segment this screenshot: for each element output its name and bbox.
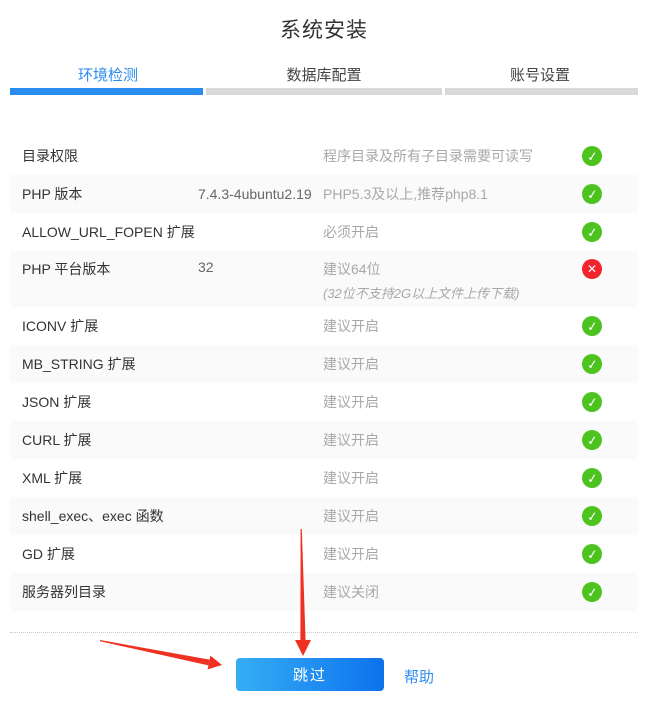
- check-label: MB_STRING 扩展: [10, 354, 198, 374]
- check-requirement: 建议开启: [323, 506, 582, 526]
- check-label: shell_exec、exec 函数: [10, 506, 198, 526]
- check-pass-icon: [582, 430, 602, 450]
- check-requirement: 建议开启: [323, 316, 582, 336]
- check-label: PHP 平台版本: [10, 259, 198, 279]
- check-pass-icon: [582, 506, 602, 526]
- requirement-text: 建议开启: [323, 354, 582, 374]
- table-row: 服务器列目录 建议关闭: [10, 573, 638, 611]
- requirement-text: 必须开启: [323, 222, 582, 242]
- check-label: JSON 扩展: [10, 392, 198, 412]
- table-row: CURL 扩展 建议开启: [10, 421, 638, 459]
- check-label: ALLOW_URL_FOPEN 扩展: [10, 222, 198, 242]
- wizard-tabs: 环境检测 数据库配置 账号设置: [0, 58, 648, 91]
- table-row: XML 扩展 建议开启: [10, 459, 638, 497]
- requirement-text: 建议64位: [323, 259, 582, 279]
- progress-segment-inactive: [445, 88, 638, 95]
- check-label: CURL 扩展: [10, 430, 198, 450]
- check-label: ICONV 扩展: [10, 316, 198, 336]
- requirement-text: 建议开启: [323, 468, 582, 488]
- check-requirement: 建议开启: [323, 430, 582, 450]
- check-requirement: 建议开启: [323, 468, 582, 488]
- check-pass-icon: [582, 316, 602, 336]
- annotation-arrow-diagonal-icon: [100, 640, 222, 669]
- table-row: 目录权限 程序目录及所有子目录需要可读写: [10, 137, 638, 175]
- check-label: 服务器列目录: [10, 582, 198, 602]
- table-row: MB_STRING 扩展 建议开启: [10, 345, 638, 383]
- help-link[interactable]: 帮助: [404, 666, 434, 687]
- environment-check-table: 目录权限 程序目录及所有子目录需要可读写 PHP 版本 7.4.3-4ubunt…: [10, 137, 638, 611]
- requirement-text: 程序目录及所有子目录需要可读写: [323, 146, 582, 166]
- table-row: PHP 平台版本 32 建议64位 (32位不支持2G以上文件上传下载): [10, 251, 638, 307]
- table-row: shell_exec、exec 函数 建议开启: [10, 497, 638, 535]
- requirement-text: 建议开启: [323, 544, 582, 564]
- progress-segment-inactive: [206, 88, 442, 95]
- check-pass-icon: [582, 468, 602, 488]
- page-title: 系统安装: [0, 14, 648, 44]
- check-requirement: 必须开启: [323, 222, 582, 242]
- check-label: GD 扩展: [10, 544, 198, 564]
- check-requirement: 建议开启: [323, 544, 582, 564]
- table-row: JSON 扩展 建议开启: [10, 383, 638, 421]
- tab-database-config[interactable]: 数据库配置: [216, 58, 432, 91]
- check-pass-icon: [582, 184, 602, 204]
- check-requirement: PHP5.3及以上,推荐php8.1: [323, 184, 582, 204]
- check-requirement: 建议64位 (32位不支持2G以上文件上传下载): [323, 259, 582, 302]
- check-pass-icon: [582, 354, 602, 374]
- check-label: PHP 版本: [10, 184, 198, 204]
- check-pass-icon: [582, 392, 602, 412]
- requirement-text: PHP5.3及以上,推荐php8.1: [323, 184, 582, 204]
- requirement-text: 建议开启: [323, 316, 582, 336]
- requirement-text: 建议开启: [323, 392, 582, 412]
- table-row: ICONV 扩展 建议开启: [10, 307, 638, 345]
- check-value: 32: [198, 259, 323, 275]
- check-pass-icon: [582, 146, 602, 166]
- check-label: 目录权限: [10, 146, 198, 166]
- check-pass-icon: [582, 222, 602, 242]
- wizard-progress-bar: [10, 88, 638, 95]
- check-pass-icon: [582, 582, 602, 602]
- skip-button[interactable]: 跳过: [236, 658, 384, 691]
- table-row: GD 扩展 建议开启: [10, 535, 638, 573]
- check-requirement: 建议关闭: [323, 582, 582, 602]
- requirement-text: 建议开启: [323, 506, 582, 526]
- tab-account-settings[interactable]: 账号设置: [432, 58, 648, 91]
- progress-segment-active: [10, 88, 203, 95]
- requirement-note: (32位不支持2G以上文件上传下载): [323, 283, 582, 302]
- check-requirement: 建议开启: [323, 392, 582, 412]
- requirement-text: 建议关闭: [323, 582, 582, 602]
- install-wizard: 系统安装 环境检测 数据库配置 账号设置 目录权限 程序目录及所有子目录需要可读…: [0, 0, 648, 708]
- requirement-text: 建议开启: [323, 430, 582, 450]
- check-label: XML 扩展: [10, 468, 198, 488]
- check-value: 7.4.3-4ubuntu2.19: [198, 186, 323, 202]
- table-row: PHP 版本 7.4.3-4ubuntu2.19 PHP5.3及以上,推荐php…: [10, 175, 638, 213]
- check-requirement: 建议开启: [323, 354, 582, 374]
- check-fail-icon: [582, 259, 602, 279]
- check-requirement: 程序目录及所有子目录需要可读写: [323, 146, 582, 166]
- footer-divider: [10, 632, 638, 633]
- check-pass-icon: [582, 544, 602, 564]
- tab-environment-check[interactable]: 环境检测: [0, 58, 216, 91]
- table-row: ALLOW_URL_FOPEN 扩展 必须开启: [10, 213, 638, 251]
